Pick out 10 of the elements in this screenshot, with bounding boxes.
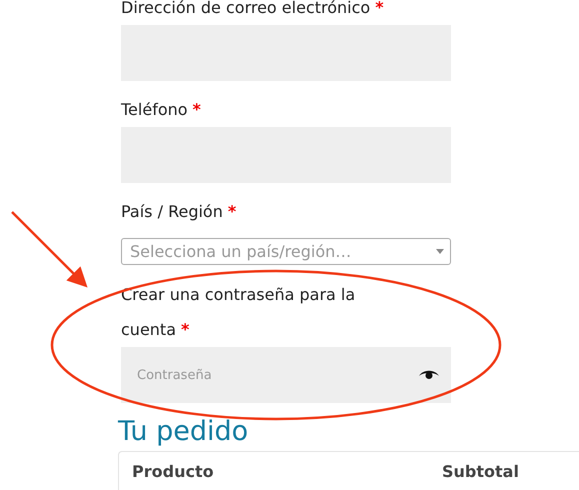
column-header: Subtotal bbox=[442, 462, 519, 482]
field-label: Teléfono * bbox=[121, 99, 202, 121]
password-field[interactable]: Contraseña bbox=[121, 347, 451, 403]
field-label: Dirección de correo electrónico * bbox=[121, 0, 385, 19]
field-label: País / Región * bbox=[121, 201, 238, 223]
section-heading: Tu pedido bbox=[118, 415, 250, 449]
country-dropdown[interactable]: Selecciona un país/región… bbox=[121, 238, 451, 265]
eye-icon[interactable] bbox=[419, 369, 439, 381]
column-header: Producto bbox=[132, 462, 215, 482]
caret-icon bbox=[436, 249, 444, 254]
